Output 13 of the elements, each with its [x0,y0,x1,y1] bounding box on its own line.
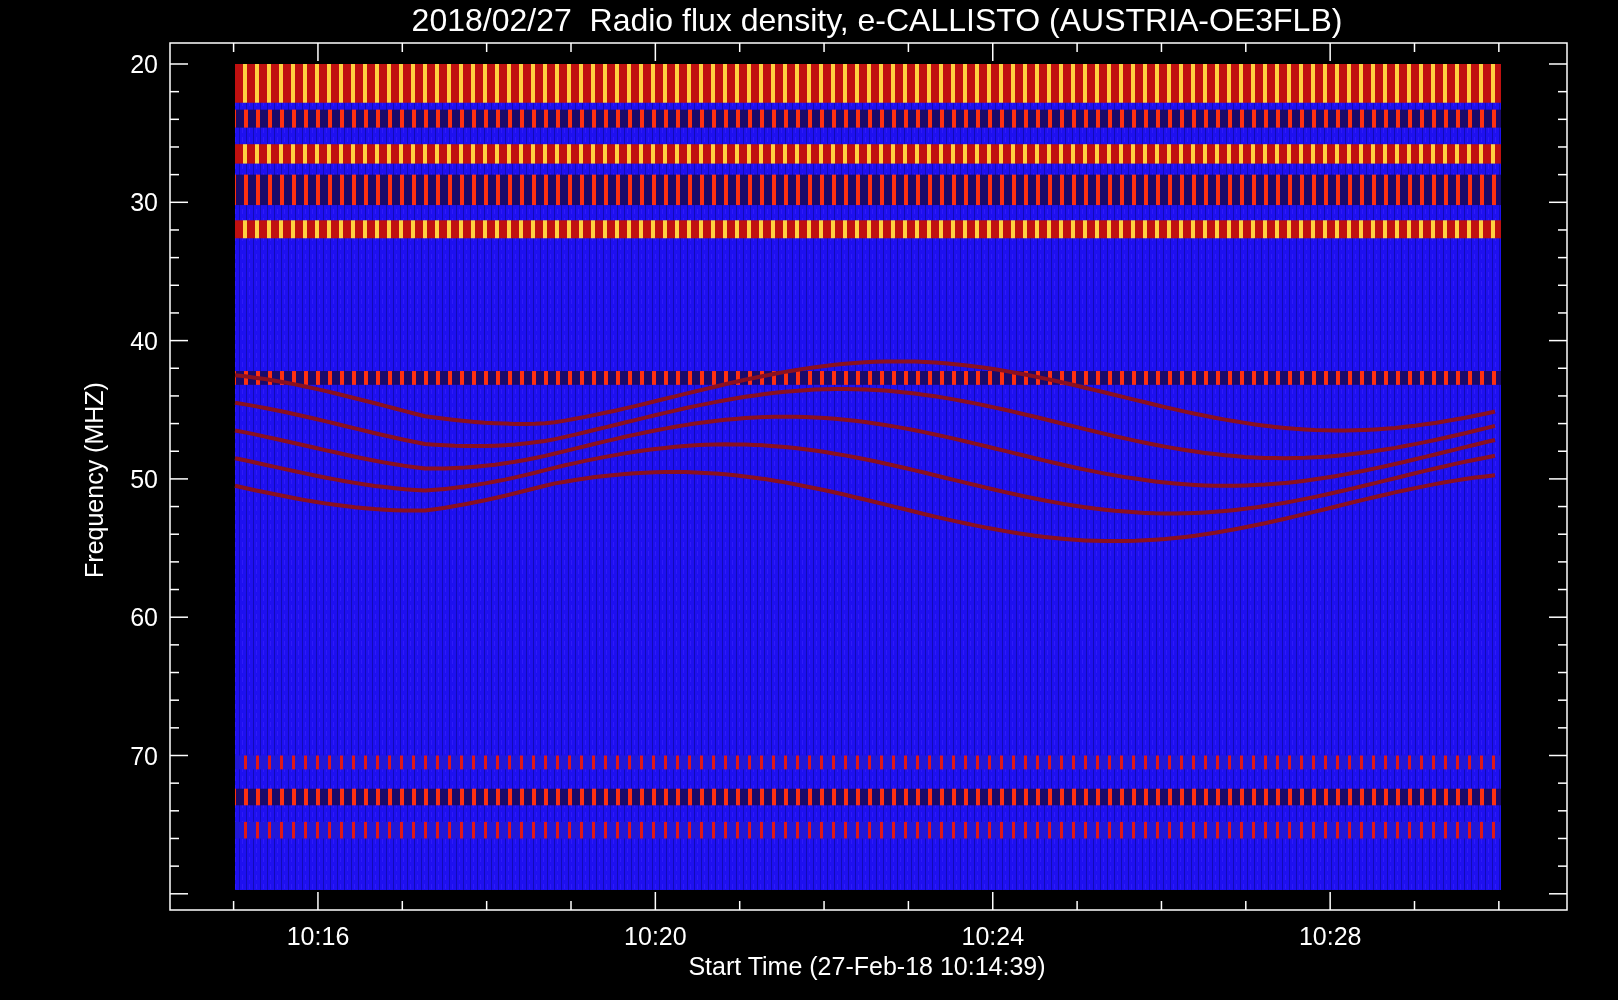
x-axis-label: Start Time (27-Feb-18 10:14:39) [688,952,1046,980]
y-tick-label: 60 [130,603,158,632]
y-tick-label: 70 [130,741,158,770]
y-tick-label: 30 [130,188,158,217]
chart-title: 2018/02/27 Radio flux density, e-CALLISTO (AUSTRIA-OE3FLB) [411,2,1343,38]
y-tick-label: 40 [130,326,158,355]
y-tick-label: 50 [130,464,158,493]
x-tick-label: 10:20 [624,922,687,950]
y-tick-label: 20 [130,50,158,78]
x-tick-label: 10:16 [286,922,350,950]
x-tick-label: 10:28 [1298,922,1362,950]
y-axis-label: Frequency (MHZ) [80,382,108,578]
x-tick-label: 10:24 [961,922,1025,950]
